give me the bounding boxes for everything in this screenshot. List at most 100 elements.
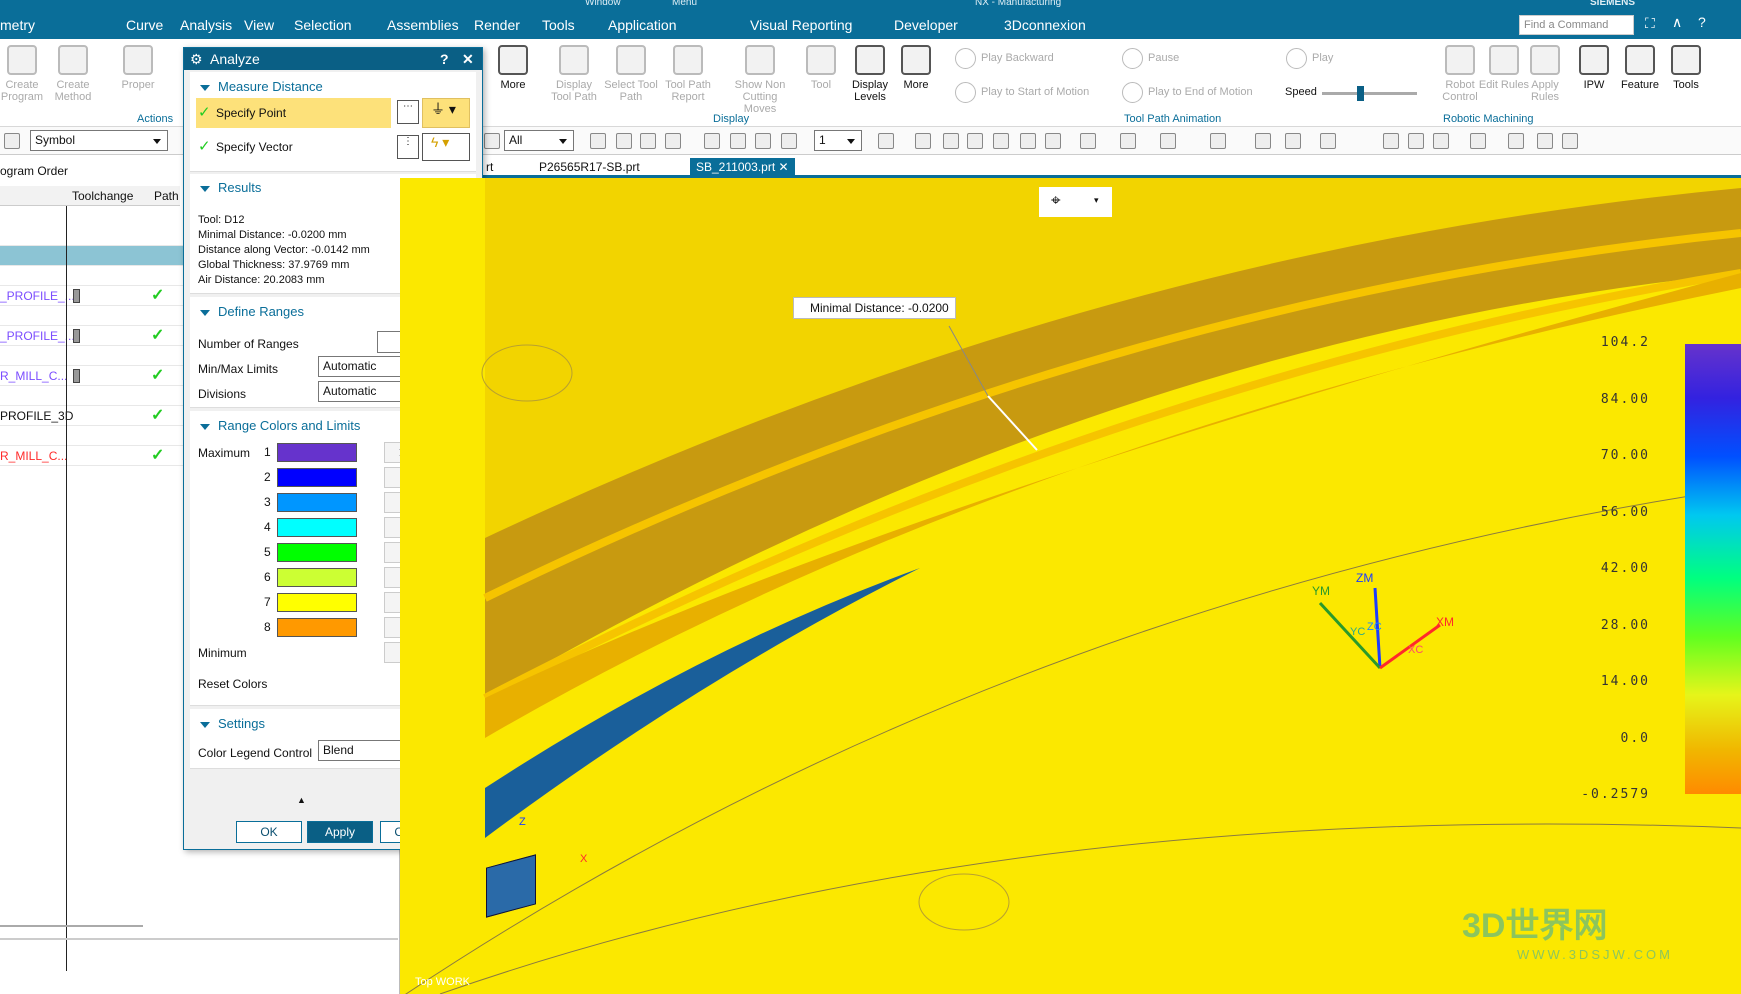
- help-icon[interactable]: ?: [440, 48, 449, 70]
- apply-button[interactable]: Apply: [307, 821, 373, 843]
- play-button[interactable]: Play: [1286, 47, 1333, 69]
- ribbon-create-method-button[interactable]: Create Method: [45, 43, 101, 103]
- menu-developer[interactable]: Developer: [894, 17, 958, 33]
- toolbar-icon-18[interactable]: [1120, 133, 1136, 149]
- menu-metry[interactable]: metry: [0, 17, 35, 33]
- ribbon-display-tool-path-button[interactable]: Display Tool Path: [546, 43, 602, 103]
- toolbar-icon-24[interactable]: [1383, 133, 1399, 149]
- ribbon-create-program-button[interactable]: Create Program: [0, 43, 50, 103]
- range-color-swatch[interactable]: [277, 493, 357, 512]
- range-color-swatch[interactable]: [277, 593, 357, 612]
- toolbar-icon-21[interactable]: [1255, 133, 1271, 149]
- toolbar-icon-15[interactable]: [1020, 133, 1036, 149]
- close-icon[interactable]: ✕: [462, 48, 474, 70]
- results-heading[interactable]: Results: [200, 180, 261, 195]
- range-color-swatch[interactable]: [277, 543, 357, 562]
- menu-button[interactable]: Menu: [672, 0, 697, 8]
- range-color-swatch[interactable]: [277, 468, 357, 487]
- menu-assemblies[interactable]: Assemblies: [387, 17, 459, 33]
- toolbar-icon-17[interactable]: [1080, 133, 1096, 149]
- settings-heading[interactable]: Settings: [200, 716, 265, 731]
- toolbar-icon-28[interactable]: [1508, 133, 1524, 149]
- point-inference-dropdown[interactable]: ⏚ ▾: [422, 98, 470, 128]
- define-ranges-heading[interactable]: Define Ranges: [200, 304, 304, 319]
- ribbon-tool-path-report-button[interactable]: Tool Path Report: [660, 43, 716, 103]
- range-color-swatch[interactable]: [277, 518, 357, 537]
- ribbon-apply-rules-button[interactable]: Apply Rules: [1517, 43, 1573, 103]
- toolbar-icon-16[interactable]: [1045, 133, 1061, 149]
- close-tab-icon[interactable]: ✕: [779, 160, 789, 174]
- toolbar-icon-27[interactable]: [1470, 133, 1486, 149]
- ribbon-tool-button[interactable]: Tool: [793, 43, 849, 91]
- toolbar-icon-14[interactable]: [993, 133, 1009, 149]
- toolbar-icon-12[interactable]: [943, 133, 959, 149]
- ribbon-tools-button[interactable]: Tools: [1658, 43, 1714, 91]
- toolbar-icon-30[interactable]: [1562, 133, 1578, 149]
- tab-p26565r17[interactable]: P26565R17-SB.prt: [533, 158, 646, 177]
- play-backward-button[interactable]: Play Backward: [955, 47, 1054, 69]
- range-colors-heading[interactable]: Range Colors and Limits: [200, 418, 360, 433]
- toolbar-icon-10[interactable]: [878, 133, 894, 149]
- toolbar-icon-26[interactable]: [1433, 133, 1449, 149]
- ok-button[interactable]: OK: [236, 821, 302, 843]
- collapse-ribbon-icon[interactable]: ∧: [1672, 14, 1682, 31]
- specify-vector-label[interactable]: Specify Vector: [216, 140, 293, 154]
- toolbar-icon-1[interactable]: [484, 133, 500, 149]
- ribbon-select-tool-path-button[interactable]: Select Tool Path: [603, 43, 659, 103]
- toolbar-icon-0[interactable]: [4, 133, 20, 149]
- vector-inference-dropdown[interactable]: ϟ ▾: [422, 133, 470, 161]
- help-icon[interactable]: ?: [1698, 14, 1706, 30]
- toolbar-icon-4[interactable]: [640, 133, 656, 149]
- vector-dialog-icon[interactable]: ⋮: [397, 135, 419, 159]
- range-color-swatch[interactable]: [277, 618, 357, 637]
- toolbar-icon-23[interactable]: [1320, 133, 1336, 149]
- chevron-down-icon[interactable]: ▾: [1094, 195, 1099, 206]
- selection-scope-dropdown[interactable]: All: [504, 130, 574, 151]
- toolbar-icon-5[interactable]: [665, 133, 681, 149]
- point-dialog-icon[interactable]: ⋯: [397, 100, 419, 124]
- range-color-swatch[interactable]: [277, 568, 357, 587]
- toolbar-icon-11[interactable]: [915, 133, 931, 149]
- horizontal-scrollbar[interactable]: [0, 925, 143, 927]
- toolbar-icon-19[interactable]: [1160, 133, 1176, 149]
- pause-button[interactable]: Pause: [1122, 47, 1179, 69]
- menu-curve[interactable]: Curve: [126, 17, 163, 33]
- menu-visual-reporting[interactable]: Visual Reporting: [750, 17, 852, 33]
- toolbar-icon-3[interactable]: [616, 133, 632, 149]
- menu-selection[interactable]: Selection: [294, 17, 352, 33]
- toolbar-icon-9[interactable]: [781, 133, 797, 149]
- menu-application[interactable]: Application: [608, 17, 677, 33]
- column-toolchange[interactable]: Toolchange: [72, 189, 133, 203]
- ribbon-show-non-cutting-moves-button[interactable]: Show Non Cutting Moves: [732, 43, 788, 115]
- toolbar-icon-7[interactable]: [730, 133, 746, 149]
- snap-view-button[interactable]: ⌖ ▾: [1039, 187, 1112, 217]
- type-filter-dropdown[interactable]: Symbol: [30, 130, 168, 151]
- ribbon-more-button[interactable]: More: [888, 43, 944, 91]
- more-button[interactable]: More: [485, 43, 541, 91]
- toolbar-icon-22[interactable]: [1285, 133, 1301, 149]
- toolbar-icon-20[interactable]: [1210, 133, 1226, 149]
- measure-distance-heading[interactable]: Measure Distance: [200, 79, 323, 94]
- search-icon[interactable]: ⌕: [1620, 16, 1627, 32]
- window-menu[interactable]: Window: [585, 0, 621, 8]
- toolbar-icon-6[interactable]: [704, 133, 720, 149]
- menu-3dconnexion[interactable]: 3Dconnexion: [1004, 17, 1086, 33]
- speed-slider[interactable]: [1322, 86, 1417, 101]
- menu-render[interactable]: Render: [474, 17, 520, 33]
- specify-point-row[interactable]: ✓ Specify Point: [196, 98, 391, 128]
- menu-tools[interactable]: Tools: [542, 17, 575, 33]
- toolbar-icon-25[interactable]: [1408, 133, 1424, 149]
- toolbar-icon-29[interactable]: [1537, 133, 1553, 149]
- toolbar-icon-8[interactable]: [755, 133, 771, 149]
- fullscreen-icon[interactable]: ⛶: [1645, 15, 1655, 32]
- graphics-viewport[interactable]: ⌖ ▾ Minimal Distance: -0.0200 YM ZM XM YC…: [400, 178, 1741, 994]
- collapse-arrow-icon[interactable]: ▲: [297, 795, 306, 805]
- layer-dropdown[interactable]: 1: [814, 130, 862, 151]
- play-to-start-button[interactable]: Play to Start of Motion: [955, 81, 1089, 103]
- toolbar-icon-13[interactable]: [967, 133, 983, 149]
- toolbar-icon-2[interactable]: [590, 133, 606, 149]
- range-color-swatch[interactable]: [277, 443, 357, 462]
- play-to-end-button[interactable]: Play to End of Motion: [1122, 81, 1253, 103]
- menu-analysis[interactable]: Analysis: [180, 17, 232, 33]
- tab-sb-211003[interactable]: SB_211003.prt ✕: [690, 158, 795, 177]
